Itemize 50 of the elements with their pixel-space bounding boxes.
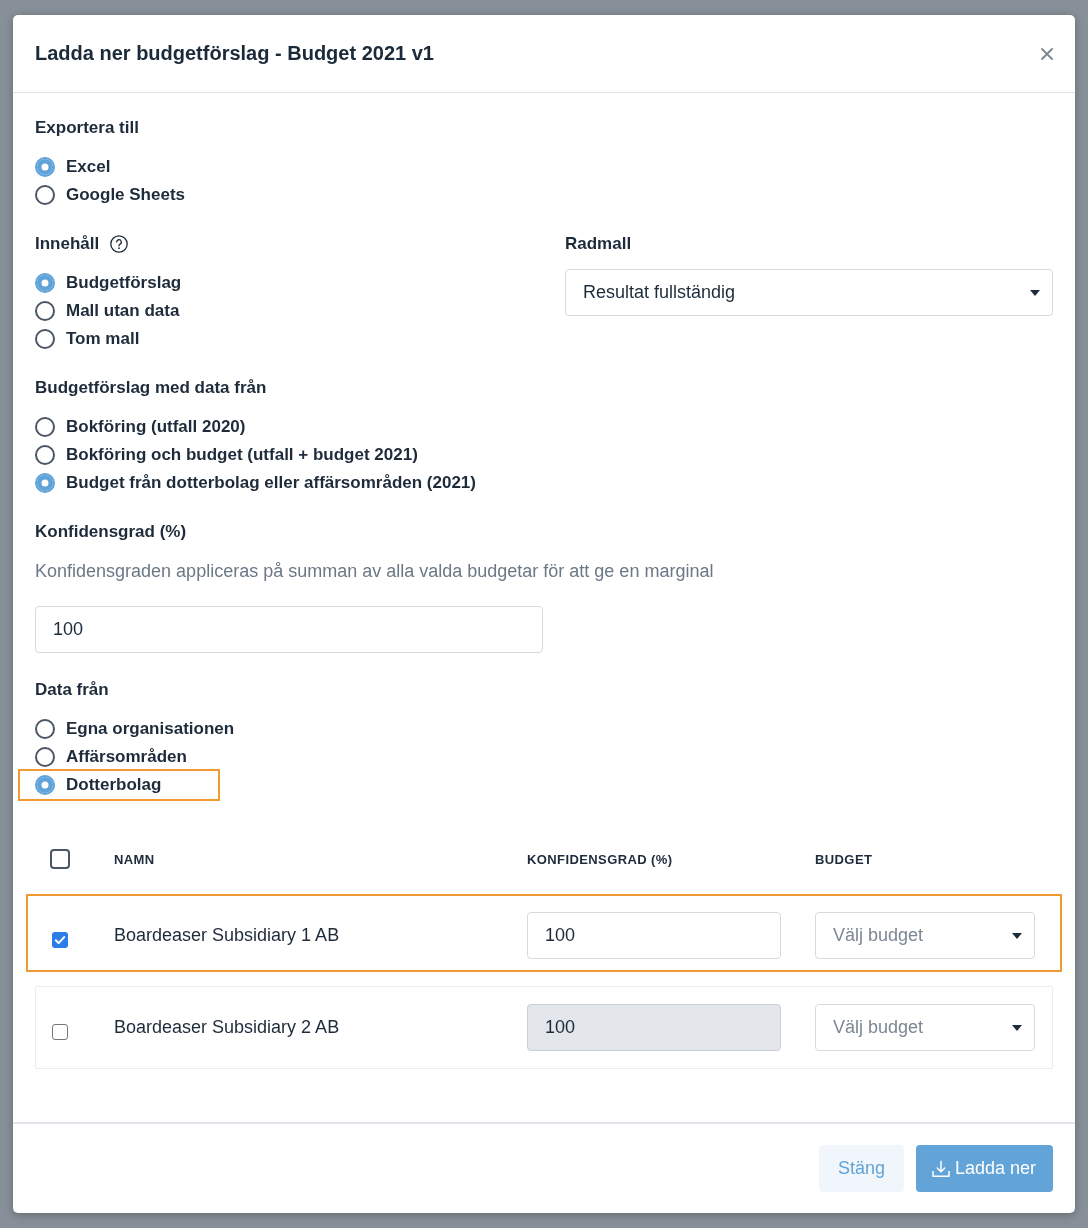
select-field[interactable]: Välj budget <box>815 1004 1035 1051</box>
option-label[interactable]: Egna organisationen <box>66 715 235 743</box>
caret-icon <box>1012 1024 1022 1031</box>
section-label: Budgetförslag med data från <box>35 377 267 399</box>
dialog-title: Ladda ner budgetförslag - Budget 2021 v1 <box>35 42 434 65</box>
option-label[interactable]: Dotterbolag <box>66 771 162 799</box>
radio-button[interactable] <box>35 301 55 321</box>
close-icon <box>1041 47 1053 60</box>
option-label[interactable]: Google Sheets <box>66 181 186 209</box>
section-label: Konfidensgrad (%) <box>35 521 187 543</box>
column-header: NAMN <box>114 851 155 867</box>
checkbox[interactable] <box>50 849 70 869</box>
section-label: Radmall <box>565 233 632 255</box>
close-button[interactable] <box>1039 45 1055 62</box>
company-name: Boardeaser Subsidiary 1 AB <box>114 925 340 946</box>
input-field[interactable]: 100 <box>527 912 781 959</box>
checkbox[interactable] <box>52 931 68 948</box>
input-field[interactable]: 100 <box>35 606 543 653</box>
radio-button[interactable] <box>35 719 55 739</box>
option-label[interactable]: Tom mall <box>66 325 140 353</box>
download-icon <box>931 1159 950 1178</box>
column-header: BUDGET <box>815 851 873 867</box>
radio-button[interactable] <box>35 747 55 767</box>
option-label[interactable]: Affärsområden <box>66 743 187 771</box>
select-field[interactable]: Resultat fullständig <box>565 269 1053 316</box>
column-header: KONFIDENSGRAD (%) <box>527 851 673 867</box>
section-label: Data från <box>35 679 109 701</box>
radio-button[interactable] <box>35 185 55 205</box>
company-name: Boardeaser Subsidiary 2 AB <box>114 1017 340 1038</box>
option-label[interactable]: Budgetförslag <box>66 269 182 297</box>
radio-button[interactable] <box>35 445 55 465</box>
radio-button[interactable] <box>35 273 55 293</box>
section-label: Exportera till <box>35 117 139 139</box>
radio-button[interactable] <box>35 157 55 177</box>
checkbox[interactable] <box>52 1023 68 1040</box>
radio-button[interactable] <box>35 473 55 493</box>
radio-button[interactable] <box>35 775 55 795</box>
option-label[interactable]: Bokföring (utfall 2020) <box>66 413 246 441</box>
radio-button[interactable] <box>35 329 55 349</box>
option-label[interactable]: Mall utan data <box>66 297 180 325</box>
option-label[interactable]: Bokföring och budget (utfall + budget 2021) <box>66 441 418 469</box>
select-field[interactable]: Välj budget <box>815 912 1035 959</box>
radio-button[interactable] <box>35 417 55 437</box>
help-icon[interactable] <box>110 235 129 253</box>
caret-icon <box>1012 932 1022 939</box>
caret-icon <box>1030 289 1040 296</box>
option-label[interactable]: Budget från dotterbolag eller affärsområden (2021) <box>66 469 476 497</box>
help-text: Konfidensgraden appliceras på summan av alla valda budgetar för att ge en marginal <box>35 560 714 583</box>
option-label[interactable]: Excel <box>66 153 111 181</box>
section-label: Innehåll <box>35 233 100 255</box>
